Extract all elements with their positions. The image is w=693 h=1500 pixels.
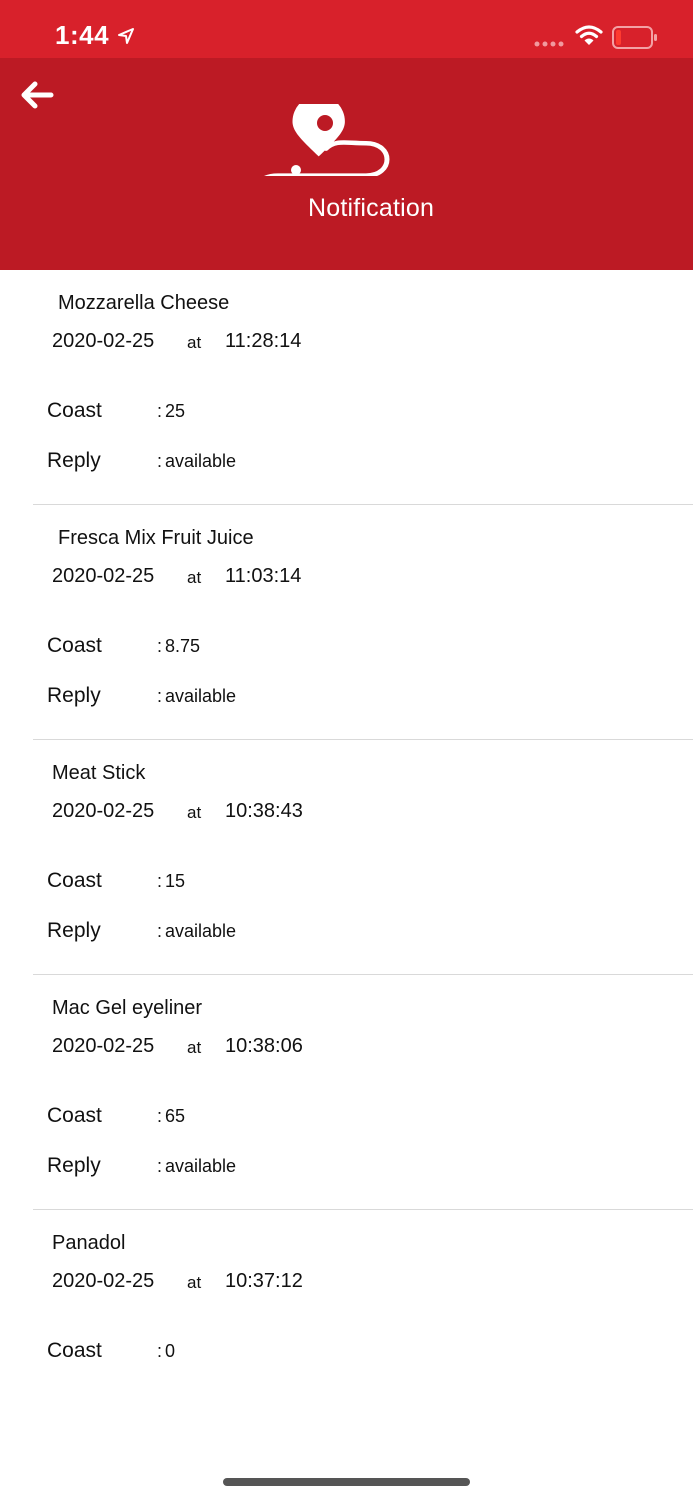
reply-value: available — [165, 1156, 237, 1176]
coast-label: Coast — [47, 399, 102, 422]
logo-title: Notification — [308, 194, 435, 222]
coast-label: Coast — [47, 634, 102, 657]
battery-low-icon — [612, 26, 657, 49]
coast-value: 15 — [165, 871, 186, 891]
coast-value: 8.75 — [165, 636, 201, 656]
reply-value: available — [165, 921, 237, 941]
coast-colon: : — [157, 871, 163, 891]
item-date: 2020-02-25 — [52, 330, 155, 352]
coast-colon: : — [157, 1106, 163, 1126]
app-header: Notification — [0, 58, 693, 270]
item-date: 2020-02-25 — [52, 565, 155, 587]
item-title: Fresca Mix Fruit Juice — [58, 527, 254, 549]
item-at-label: at — [187, 803, 202, 822]
coast-colon: : — [157, 636, 163, 656]
reply-label: Reply — [47, 1154, 101, 1177]
item-time: 11:03:14 — [225, 565, 302, 587]
reply-label: Reply — [47, 684, 101, 707]
item-date: 2020-02-25 — [52, 1270, 155, 1292]
cellular-signal-icon — [534, 41, 564, 47]
item-time: 11:28:14 — [225, 330, 302, 352]
reply-value: available — [165, 451, 237, 471]
item-title: Mac Gel eyeliner — [52, 997, 203, 1019]
item-time: 10:38:06 — [225, 1035, 303, 1057]
reply-value: available — [165, 686, 237, 706]
reply-label: Reply — [47, 449, 101, 472]
back-arrow-icon[interactable] — [20, 80, 54, 110]
status-time: 1:44 — [55, 20, 110, 50]
coast-value: 65 — [165, 1106, 186, 1126]
item-title: Meat Stick — [52, 762, 146, 784]
reply-colon: : — [157, 451, 163, 471]
item-title: Panadol — [52, 1232, 126, 1254]
notification-item[interactable]: Fresca Mix Fruit Juice 2020-02-25 at 11:… — [0, 505, 693, 740]
route-pin-logo-icon — [264, 104, 390, 176]
coast-label: Coast — [47, 1339, 102, 1362]
coast-value: 0 — [165, 1341, 176, 1361]
coast-colon: : — [157, 1341, 163, 1361]
item-date: 2020-02-25 — [52, 1035, 155, 1057]
reply-colon: : — [157, 1156, 163, 1176]
reply-colon: : — [157, 921, 163, 941]
item-time: 10:38:43 — [225, 800, 303, 822]
coast-label: Coast — [47, 1104, 102, 1127]
location-arrow-icon — [118, 28, 134, 44]
status-bar: 1:44 — [0, 0, 693, 58]
item-at-label: at — [187, 568, 202, 587]
coast-label: Coast — [47, 869, 102, 892]
item-date: 2020-02-25 — [52, 800, 155, 822]
notification-item[interactable]: Mac Gel eyeliner 2020-02-25 at 10:38:06 … — [0, 975, 693, 1210]
notification-item[interactable]: Mozzarella Cheese 2020-02-25 at 11:28:14… — [0, 270, 693, 505]
wifi-icon — [575, 25, 603, 45]
notification-item[interactable]: Meat Stick 2020-02-25 at 10:38:43 Coast … — [0, 740, 693, 975]
home-indicator[interactable] — [223, 1478, 470, 1486]
item-time: 10:37:12 — [225, 1270, 303, 1292]
notification-list: Mozzarella Cheese 2020-02-25 at 11:28:14… — [0, 270, 693, 1445]
coast-value: 25 — [165, 401, 186, 421]
reply-colon: : — [157, 686, 163, 706]
notification-item[interactable]: Panadol 2020-02-25 at 10:37:12 Coast : 0 — [0, 1210, 693, 1445]
reply-label: Reply — [47, 919, 101, 942]
coast-colon: : — [157, 401, 163, 421]
item-at-label: at — [187, 1273, 202, 1292]
item-at-label: at — [187, 1038, 202, 1057]
item-at-label: at — [187, 333, 202, 352]
item-title: Mozzarella Cheese — [58, 292, 230, 314]
